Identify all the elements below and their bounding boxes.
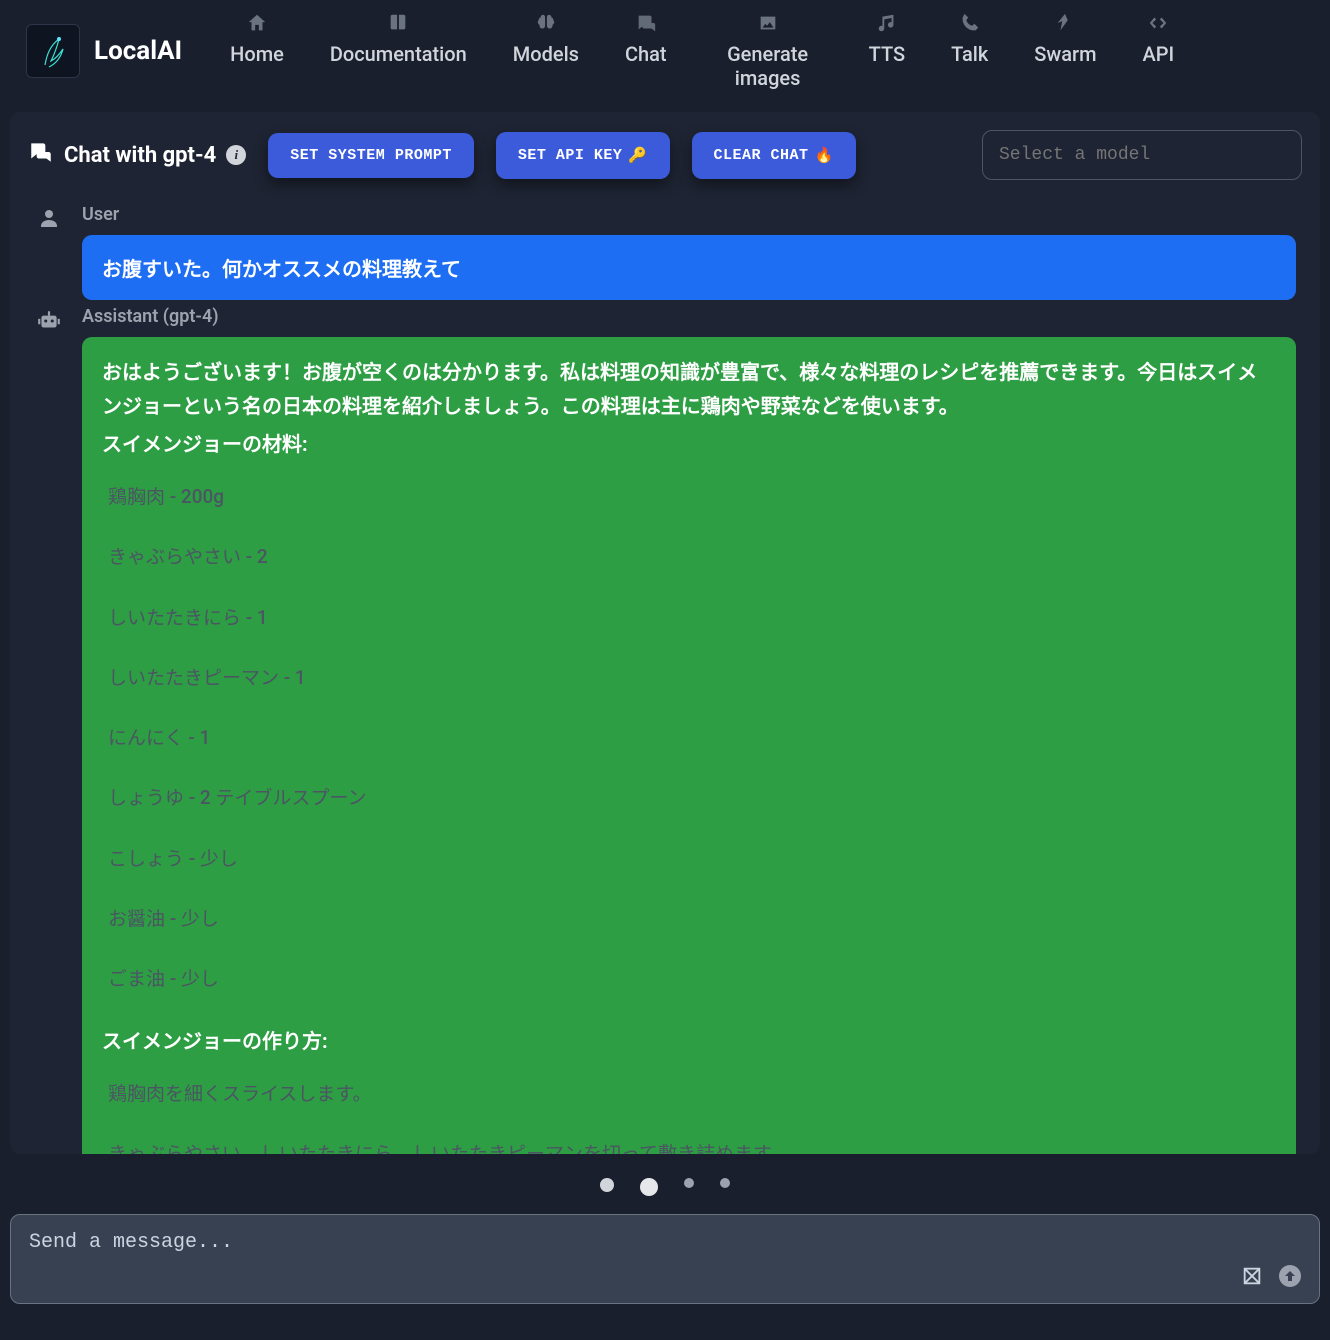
- assistant-intro: おはようございます！お腹が空くのは分かります。私は料理の知識が豊富で、様々な料理…: [102, 355, 1276, 423]
- ingredient-item: こしょう - 少し: [108, 843, 1276, 875]
- book-icon: [387, 12, 409, 38]
- nav-label: Documentation: [330, 42, 467, 66]
- top-nav: LocalAI Home Documentation Models Chat G…: [0, 0, 1330, 102]
- user-message-text: お腹すいた。何かオススメの料理教えて: [102, 257, 461, 281]
- music-icon: [876, 12, 898, 38]
- loading-dot-icon: [640, 1178, 658, 1196]
- home-icon: [246, 12, 268, 38]
- user-role-label: User: [82, 204, 1296, 225]
- swarm-icon: [1054, 12, 1076, 38]
- button-label: SET SYSTEM PROMPT: [290, 147, 452, 164]
- nav-documentation[interactable]: Documentation: [330, 12, 467, 66]
- set-system-prompt-button[interactable]: SET SYSTEM PROMPT: [268, 133, 474, 178]
- assistant-avatar-icon: [34, 308, 64, 338]
- chat-bubbles-icon: [28, 139, 54, 171]
- chat-row-assistant: Assistant (gpt-4) おはようございます！お腹が空くのは分かります…: [34, 306, 1296, 1154]
- nav-label: Home: [230, 42, 284, 66]
- loading-dot-icon: [720, 1178, 730, 1188]
- steps-heading: スイメンジョーの作り方:: [102, 1024, 1276, 1058]
- info-icon[interactable]: i: [226, 145, 246, 165]
- brand[interactable]: LocalAI: [26, 24, 182, 78]
- step-item: 鶏胸肉を細くスライスします。: [108, 1078, 1276, 1110]
- api-icon: [1147, 12, 1169, 38]
- loading-dot-icon: [684, 1178, 694, 1188]
- button-label: SET API KEY: [518, 147, 623, 164]
- phone-icon: [959, 12, 981, 38]
- set-api-key-button[interactable]: SET API KEY 🔑: [496, 132, 670, 179]
- nav-api[interactable]: API: [1143, 12, 1175, 66]
- chat-icon: [635, 12, 657, 38]
- message-input[interactable]: [27, 1229, 1227, 1289]
- ingredient-item: しいたたきピーマン - 1: [108, 662, 1276, 694]
- nav-home[interactable]: Home: [230, 12, 284, 66]
- brain-icon: [535, 12, 557, 38]
- clear-chat-button[interactable]: CLEAR CHAT 🔥: [692, 132, 856, 179]
- button-label: CLEAR CHAT: [714, 147, 809, 164]
- nav-generate-images[interactable]: Generate images: [713, 12, 823, 90]
- ingredients-heading: スイメンジョーの材料:: [102, 427, 1276, 461]
- chat-scroll[interactable]: User お腹すいた。何かオススメの料理教えて Assistant (gpt-4…: [28, 194, 1302, 1154]
- nav-swarm[interactable]: Swarm: [1034, 12, 1096, 66]
- brand-name: LocalAI: [94, 36, 182, 66]
- page-title-text: Chat with gpt-4: [64, 143, 216, 168]
- nav-label: Models: [513, 42, 579, 66]
- toolbar: Chat with gpt-4 i SET SYSTEM PROMPT SET …: [28, 130, 1302, 180]
- ingredient-item: にんにく - 1: [108, 722, 1276, 754]
- nav-label: TTS: [869, 42, 905, 66]
- key-icon: 🔑: [628, 146, 647, 165]
- ingredient-item: しょうゆ - 2 テイブルスプーン: [108, 782, 1276, 814]
- assistant-role-label: Assistant (gpt-4): [82, 306, 1296, 327]
- composer: [10, 1214, 1320, 1304]
- nav-label: Generate images: [713, 42, 823, 90]
- chat-row-user: User お腹すいた。何かオススメの料理教えて: [34, 204, 1296, 300]
- nav-items: Home Documentation Models Chat Generate …: [230, 12, 1174, 90]
- nav-models[interactable]: Models: [513, 12, 579, 66]
- ingredient-item: きゃぶらやさい - 2: [108, 541, 1276, 573]
- image-icon: [757, 12, 779, 38]
- ingredient-item: しいたたきにら - 1: [108, 602, 1276, 634]
- nav-label: Talk: [951, 42, 988, 66]
- nav-label: API: [1143, 42, 1175, 66]
- attach-button[interactable]: [1239, 1263, 1265, 1289]
- ingredient-item: ごま油 - 少し: [108, 963, 1276, 995]
- fire-icon: 🔥: [815, 146, 834, 165]
- user-message-bubble: お腹すいた。何かオススメの料理教えて: [82, 235, 1296, 300]
- assistant-message-bubble: おはようございます！お腹が空くのは分かります。私は料理の知識が豊富で、様々な料理…: [82, 337, 1296, 1154]
- ingredient-item: お醤油 - 少し: [108, 903, 1276, 935]
- send-button[interactable]: [1277, 1263, 1303, 1289]
- nav-tts[interactable]: TTS: [869, 12, 905, 66]
- nav-label: Swarm: [1034, 42, 1096, 66]
- page: Chat with gpt-4 i SET SYSTEM PROMPT SET …: [10, 112, 1320, 1154]
- loading-indicator: [0, 1154, 1330, 1214]
- nav-chat[interactable]: Chat: [625, 12, 667, 66]
- model-select[interactable]: [982, 130, 1302, 180]
- page-title: Chat with gpt-4 i: [28, 139, 246, 171]
- step-item: きゃぶらやさい、しいたたきにら、しいたたきピーマンを切って敷き詰めます。: [108, 1138, 1276, 1154]
- user-avatar-icon: [34, 206, 64, 234]
- nav-talk[interactable]: Talk: [951, 12, 988, 66]
- ingredient-item: 鶏胸肉 - 200g: [108, 481, 1276, 513]
- loading-dot-icon: [600, 1178, 614, 1192]
- nav-label: Chat: [625, 42, 667, 66]
- logo: [26, 24, 80, 78]
